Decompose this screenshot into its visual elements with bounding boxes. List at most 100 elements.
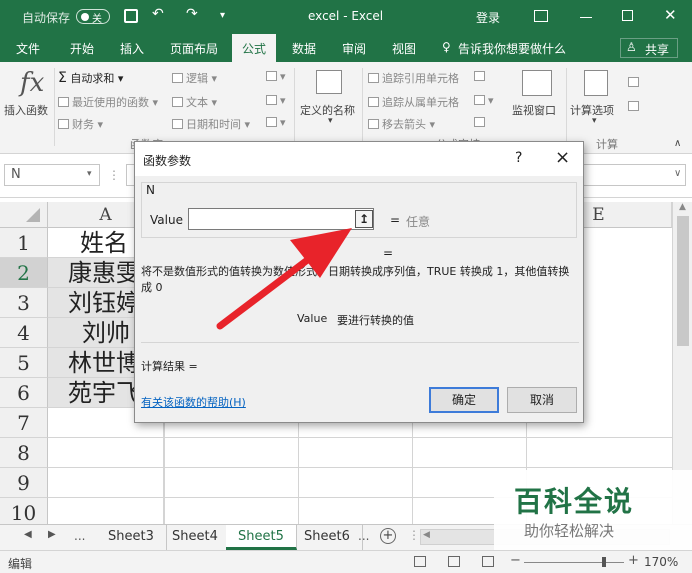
tab-formulas[interactable]: 公式 [232, 34, 277, 62]
tab-page-layout[interactable]: 页面布局 [170, 40, 218, 57]
row-header[interactable]: 8 [0, 438, 48, 468]
redo-icon[interactable]: ↷ [186, 6, 198, 22]
tab-home[interactable]: 开始 [70, 40, 94, 57]
minimize-icon[interactable] [580, 17, 592, 18]
login-link[interactable]: 登录 [476, 9, 500, 26]
gridline [164, 437, 672, 438]
logical-button[interactable]: 逻辑 ▾ [172, 70, 217, 86]
row-header[interactable]: 5 [0, 348, 48, 378]
tab-data[interactable]: 数据 [292, 40, 316, 57]
math-icon [266, 95, 277, 105]
trace-dependents-button[interactable]: 追踪从属单元格 [368, 94, 459, 110]
autosave-toggle[interactable]: 关 [76, 9, 110, 25]
row-header[interactable]: 1 [0, 228, 48, 258]
datetime-button[interactable]: 日期和时间 ▾ [172, 116, 250, 132]
row-header[interactable]: 6 [0, 378, 48, 408]
remove-arrows-button[interactable]: 移去箭头 ▾ [368, 116, 435, 132]
normal-view-icon[interactable] [414, 556, 426, 567]
save-icon[interactable] [124, 9, 138, 23]
ok-button[interactable]: 确定 [429, 387, 499, 413]
scroll-up-icon[interactable]: ▲ [679, 202, 686, 212]
lookup-icon [266, 71, 277, 81]
zoom-slider-thumb[interactable] [602, 557, 606, 567]
table-cell[interactable] [48, 468, 164, 498]
argument-group: N Value ↥ = 任意 [141, 182, 577, 238]
error-check-icon[interactable]: ▾ [474, 94, 494, 107]
tab-file[interactable]: 文件 [16, 40, 40, 57]
maximize-icon[interactable] [622, 10, 633, 21]
sheet-tab[interactable]: Sheet3 [96, 525, 167, 550]
sheet-tab[interactable]: Sheet6 [292, 525, 363, 550]
row-header[interactable]: 7 [0, 408, 48, 438]
table-cell[interactable] [48, 498, 164, 524]
tab-splitter[interactable]: ⋮ [408, 528, 420, 542]
financial-button[interactable]: 财务 ▾ [58, 116, 103, 132]
text-button[interactable]: 文本 ▾ [172, 94, 217, 110]
row-header[interactable]: 10 [0, 498, 48, 524]
remove-arrows-label: 移去箭头 [382, 118, 426, 131]
zoom-slider[interactable] [524, 562, 624, 563]
row-header[interactable]: 9 [0, 468, 48, 498]
zoom-out-icon[interactable]: − [510, 553, 521, 568]
dialog-divider [141, 342, 579, 343]
calc-options-icon [584, 70, 608, 96]
argument-value-input[interactable]: ↥ [188, 208, 374, 230]
show-formulas-icon[interactable] [474, 70, 488, 83]
autosave-state: 关 [92, 14, 102, 25]
recent-functions-button[interactable]: 最近使用的函数 ▾ [58, 94, 158, 110]
page-layout-view-icon[interactable] [448, 556, 460, 567]
zoom-level[interactable]: 170% [644, 555, 678, 569]
sheet-overflow-right[interactable]: ... [358, 529, 369, 543]
sheet-tab[interactable]: Sheet4 [160, 525, 231, 550]
name-box[interactable]: N ▾ [4, 164, 100, 186]
row-header[interactable]: 3 [0, 288, 48, 318]
recent-icon [58, 97, 69, 107]
scroll-left-icon[interactable]: ◀ [423, 530, 430, 540]
watch-window-button[interactable]: 监视窗口 [512, 102, 556, 118]
cancel-button[interactable]: 取消 [507, 387, 577, 413]
share-button[interactable]: ♙ 共享 [620, 38, 678, 58]
qat-customize-icon[interactable]: ▾ [220, 10, 225, 21]
function-name: N [146, 183, 155, 197]
calc-sheet-icon[interactable] [628, 100, 642, 113]
scroll-thumb[interactable] [677, 216, 689, 346]
sheet-overflow-left[interactable]: ... [74, 529, 85, 543]
watch-window-icon [522, 70, 552, 96]
tab-insert[interactable]: 插入 [120, 40, 144, 57]
row-header[interactable]: 2 [0, 258, 48, 288]
dialog-title: 函数参数 [143, 154, 192, 168]
function-help-link[interactable]: 有关该函数的帮助(H) [141, 394, 246, 410]
evaluate-formula-icon[interactable] [474, 116, 488, 129]
undo-icon[interactable]: ↶ [152, 6, 164, 22]
collapse-dialog-button[interactable]: ↥ [355, 210, 373, 228]
page-break-view-icon[interactable] [482, 556, 494, 567]
tell-me-box[interactable]: 告诉我你想要做什么 [458, 40, 566, 57]
tab-view[interactable]: 视图 [392, 40, 416, 57]
add-sheet-icon[interactable]: + [380, 528, 396, 544]
math-button[interactable]: ▾ [266, 94, 286, 107]
ribbon-display-icon[interactable] [534, 10, 548, 22]
lookup-button[interactable]: ▾ [266, 70, 286, 83]
name-box-value: N [11, 167, 21, 182]
expand-formula-icon[interactable]: ∨ [674, 168, 681, 179]
watermark-brand: 百科全说 [514, 485, 635, 518]
autosum-button[interactable]: Σ 自动求和 ▾ [58, 70, 123, 86]
row-header[interactable]: 4 [0, 318, 48, 348]
dialog-close-button[interactable]: × [555, 147, 570, 168]
collapse-ribbon-icon[interactable]: ∧ [674, 138, 681, 149]
table-cell[interactable] [48, 438, 164, 468]
tab-review[interactable]: 审阅 [342, 40, 366, 57]
separator [362, 68, 363, 146]
insert-function-button[interactable]: 插入函数 [4, 102, 48, 118]
close-window-icon[interactable]: ✕ [664, 6, 677, 24]
more-functions-button[interactable]: ▾ [266, 116, 286, 129]
zoom-in-icon[interactable]: + [628, 553, 639, 568]
select-all-corner[interactable] [0, 202, 48, 228]
prev-sheet-icon[interactable]: ◀ [24, 529, 32, 540]
trace-precedents-button[interactable]: 追踪引用单元格 [368, 70, 459, 86]
sheet-tab-active[interactable]: Sheet5 [226, 525, 297, 550]
function-description: 将不是数值形式的值转换为数值形式。日期转换成序列值，TRUE 转换成 1，其他值… [141, 265, 570, 294]
next-sheet-icon[interactable]: ▶ [48, 529, 56, 540]
calc-now-icon[interactable] [628, 76, 642, 89]
help-button[interactable]: ? [515, 150, 522, 166]
